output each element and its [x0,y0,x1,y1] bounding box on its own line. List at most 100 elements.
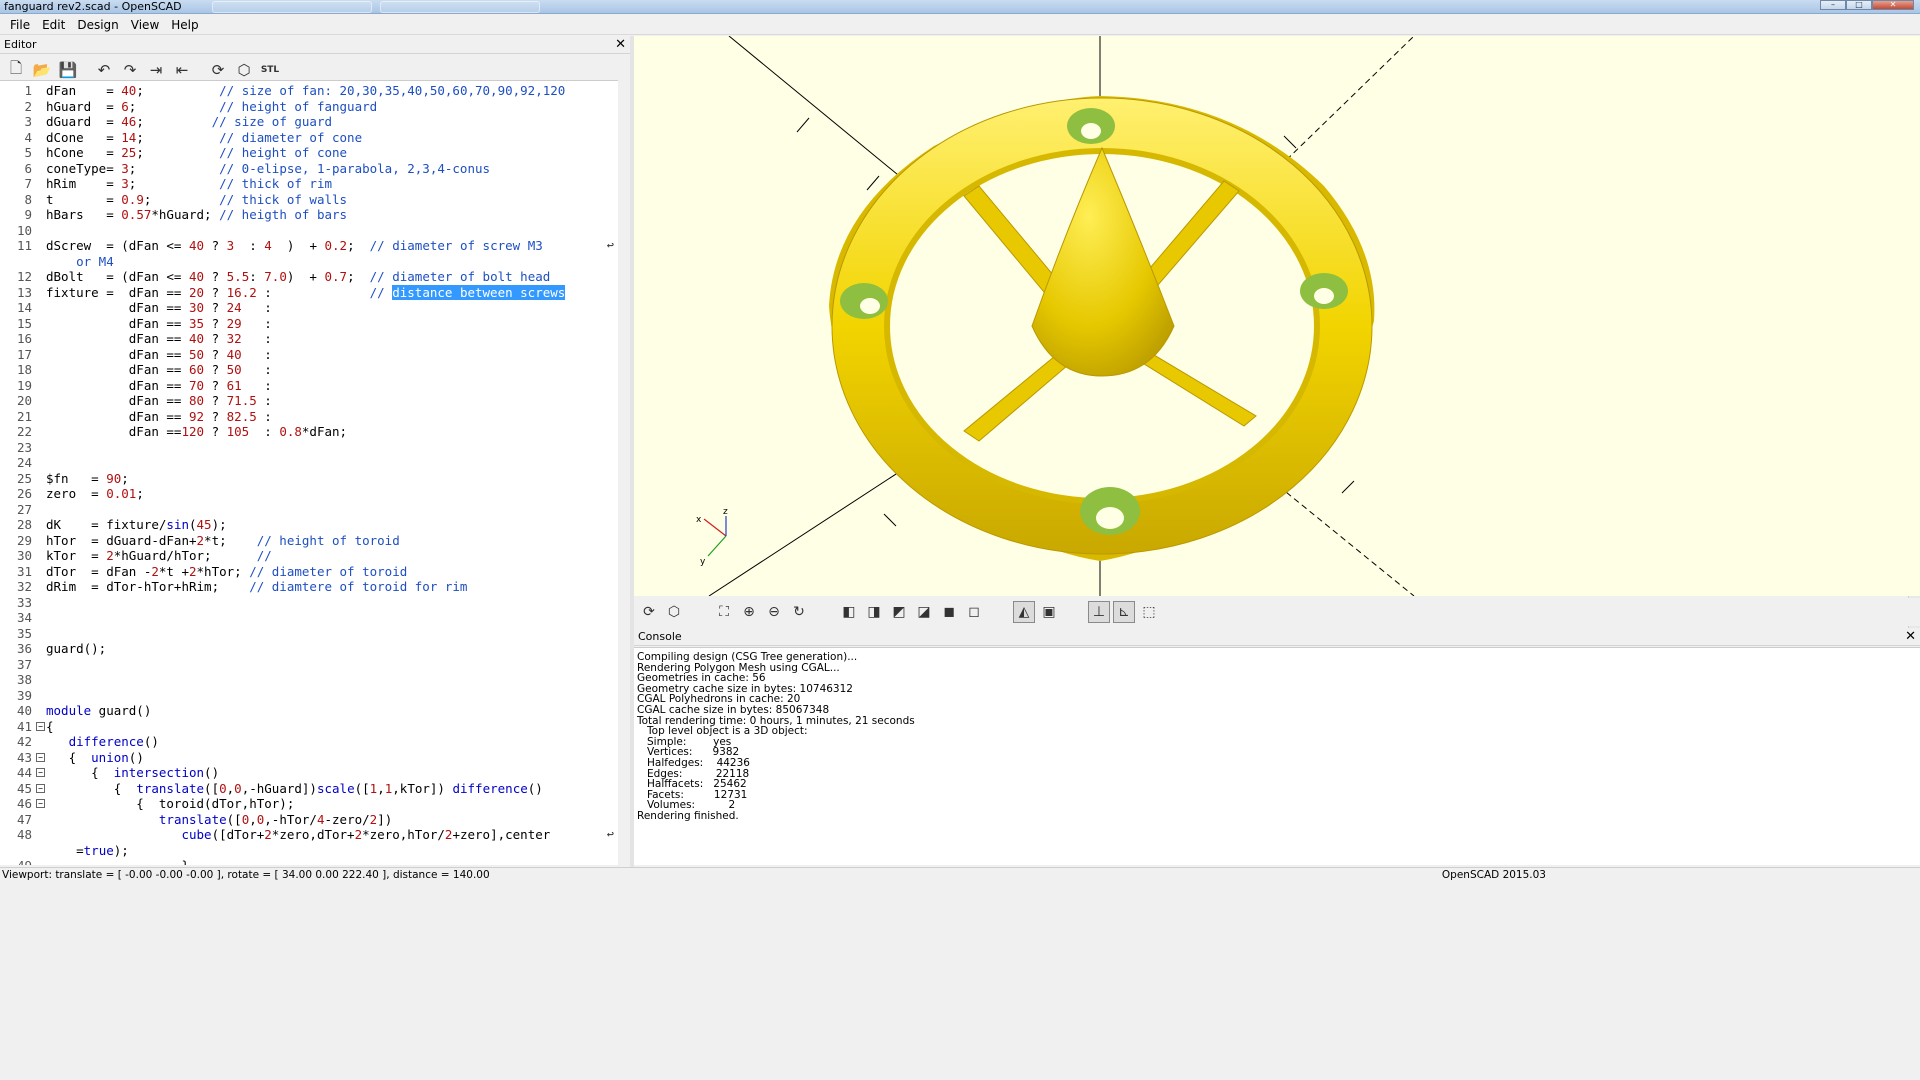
code-line[interactable]: 39 [0,688,618,704]
render-icon[interactable]: ⬡ [663,601,685,623]
close-button[interactable]: ✕ [1872,0,1914,10]
indent-icon[interactable]: ⇥ [144,58,168,82]
fold-toggle-icon[interactable]: − [36,783,45,793]
new-icon[interactable]: 🗋 [4,58,28,82]
show-axes-icon[interactable]: ⊥ [1088,601,1110,623]
view-back-icon[interactable]: ◻ [963,601,985,623]
code-line[interactable]: 31 dTor = dFan -2*t +2*hTor; // diameter … [0,564,618,580]
menu-edit[interactable]: Edit [36,18,71,32]
code-line[interactable]: 5 hCone = 25; // height of cone [0,145,618,161]
code-line[interactable]: 27 [0,502,618,518]
code-line[interactable]: 21 dFan == 92 ? 82.5 : [0,409,618,425]
code-line[interactable]: 44− { intersection() [0,765,618,781]
code-line[interactable]: 20 dFan == 80 ? 71.5 : [0,393,618,409]
code-line[interactable]: 1 dFan = 40; // size of fan: 20,30,35,40,… [0,83,618,99]
code-line[interactable]: 43− { union() [0,750,618,766]
code-line[interactable]: 26 zero = 0.01; [0,486,618,502]
code-line[interactable]: 4 dCone = 14; // diameter of cone [0,130,618,146]
view-top-icon[interactable]: ◨ [863,601,885,623]
code-line[interactable]: 2 hGuard = 6; // height of fanguard [0,99,618,115]
code-line[interactable]: 3 dGuard = 46; // size of guard [0,114,618,130]
minimize-button[interactable]: – [1820,0,1846,10]
code-line[interactable]: 6 coneType= 3; // 0-elipse, 1-parabola, 2… [0,161,618,177]
menu-help[interactable]: Help [165,18,204,32]
code-text: dFan == 70 ? 61 : [46,377,272,393]
code-line[interactable]: 17 dFan == 50 ? 40 : [0,347,618,363]
code-line[interactable]: 16 dFan == 40 ? 32 : [0,331,618,347]
code-line[interactable]: 40 module guard() [0,703,618,719]
redo-icon[interactable]: ↷ [118,58,142,82]
preview-icon[interactable]: ⟳ [206,58,230,82]
show-scale-icon[interactable]: ⊾ [1113,601,1135,623]
fold-toggle-icon[interactable]: − [36,799,45,808]
code-editor[interactable]: 1 dFan = 40; // size of fan: 20,30,35,40,… [0,80,618,865]
code-line[interactable]: or M4 [0,254,618,270]
code-line[interactable]: 23 [0,440,618,456]
code-line[interactable]: 37 [0,657,618,673]
code-line[interactable]: 45− { translate([0,0,-hGuard])scale([1,1… [0,781,618,797]
code-line[interactable]: 12 dBolt = (dFan <= 40 ? 5.5: 7.0) + 0.7;… [0,269,618,285]
title-bar[interactable]: fanguard rev2.scad - OpenSCAD – □ ✕ [0,0,1920,14]
code-line[interactable]: 18 dFan == 60 ? 50 : [0,362,618,378]
code-line[interactable]: 46− { toroid(dTor,hTor); [0,796,618,812]
open-icon[interactable]: 📂 [30,58,54,82]
code-line[interactable]: 33 [0,595,618,611]
code-line[interactable]: 24 [0,455,618,471]
fold-toggle-icon[interactable]: − [36,752,45,762]
undo-icon[interactable]: ↶ [92,58,116,82]
code-line[interactable]: 28 dK = fixture/sin(45); [0,517,618,533]
menu-design[interactable]: Design [71,18,124,32]
console-close-icon[interactable]: ✕ [1905,628,1916,645]
code-line[interactable]: 29 hTor = dGuard-dFan+2*t; // height of t… [0,533,618,549]
line-number: 43 [16,749,32,765]
code-line[interactable]: 38 [0,672,618,688]
code-line[interactable]: 42 difference() [0,734,618,750]
code-line[interactable]: 47 translate([0,0,-hTor/4-zero/2]) [0,812,618,828]
fold-toggle-icon[interactable]: − [36,721,45,731]
code-line[interactable]: 10 [0,223,618,239]
unindent-icon[interactable]: ⇤ [170,58,194,82]
maximize-button[interactable]: □ [1846,0,1872,10]
code-line[interactable]: 30 kTor = 2*hGuard/hTor; // [0,548,618,564]
console-output[interactable]: Compiling design (CSG Tree generation)..… [634,647,1920,865]
code-line[interactable]: 41−{ [0,719,618,735]
orthogonal-icon[interactable]: ▣ [1038,601,1060,623]
code-line[interactable]: 19 dFan == 70 ? 61 : [0,378,618,394]
code-line[interactable]: 9 hBars = 0.57*hGuard; // heigth of bars [0,207,618,223]
3d-viewport[interactable]: x z y [634,36,1920,596]
perspective-icon[interactable]: ◭ [1013,601,1035,623]
fold-toggle-icon[interactable]: − [36,768,45,777]
zoom-in-icon[interactable]: ⊕ [738,601,760,623]
background-window-tab [212,1,372,13]
code-line[interactable]: 49 } [0,858,618,865]
code-line[interactable]: 13 fixture = dFan == 20 ? 16.2 : // dista… [0,284,618,301]
view-right-icon[interactable]: ◧ [838,601,860,623]
view-left-icon[interactable]: ◪ [913,601,935,623]
code-line[interactable]: 8 t = 0.9; // thick of walls [0,192,618,208]
code-line[interactable]: 14 dFan == 30 ? 24 : [0,300,618,316]
editor-close-icon[interactable]: ✕ [615,36,626,53]
view-all-icon[interactable]: ⛶ [713,601,735,623]
code-line[interactable]: 48 cube([dTor+2*zero,dTor+2*zero,hTor/2+… [0,827,618,843]
save-icon[interactable]: 💾 [56,58,80,82]
menu-view[interactable]: View [125,18,165,32]
code-line[interactable]: 34 [0,610,618,626]
code-line[interactable]: 35 [0,626,618,642]
code-line[interactable]: 15 dFan == 35 ? 29 : [0,316,618,332]
view-front-icon[interactable]: ◼ [938,601,960,623]
show-edges-icon[interactable]: ⬚ [1138,601,1160,623]
menu-file[interactable]: File [4,18,36,32]
render-icon[interactable]: ⬡ [232,58,256,82]
preview-icon[interactable]: ⟳ [638,601,660,623]
code-line[interactable]: 32 dRim = dTor-hTor+hRim; // diamtere of … [0,579,618,595]
code-line[interactable]: 7 hRim = 3; // thick of rim [0,176,618,192]
code-line[interactable]: 22 dFan ==120 ? 105 : 0.8*dFan; [0,424,618,440]
code-line[interactable]: =true); [0,843,618,859]
code-line[interactable]: 36 guard(); [0,641,618,657]
code-line[interactable]: 11 dScrew = (dFan <= 40 ? 3 : 4 ) + 0.2; … [0,238,618,254]
code-line[interactable]: 25 $fn = 90; [0,471,618,487]
reset-view-icon[interactable]: ↻ [788,601,810,623]
zoom-out-icon[interactable]: ⊖ [763,601,785,623]
export-stl-icon[interactable]: STL [258,58,282,82]
view-bottom-icon[interactable]: ◩ [888,601,910,623]
